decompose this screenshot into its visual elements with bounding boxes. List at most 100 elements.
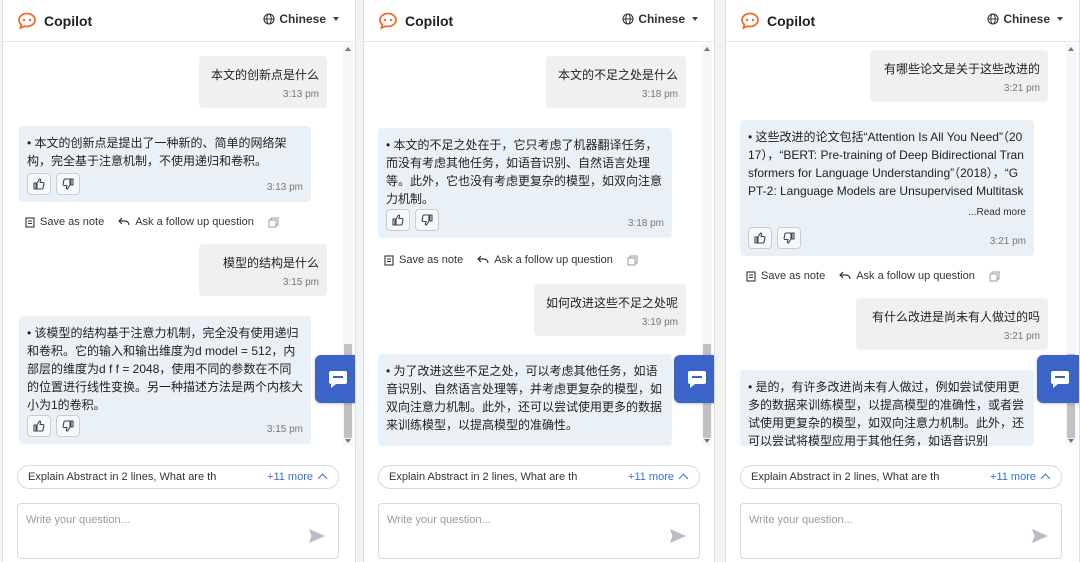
user-message: 如何改进这些不足之处呢 3:19 pm bbox=[534, 284, 686, 336]
message-time: 3:21 pm bbox=[989, 236, 1026, 247]
thumbs-down-button[interactable] bbox=[777, 227, 801, 249]
thumbs-down-button[interactable] bbox=[56, 173, 80, 195]
brand-name: Copilot bbox=[44, 13, 93, 29]
caret-down-icon bbox=[692, 17, 698, 21]
chat-bubble-icon bbox=[1051, 371, 1069, 388]
thumbs-down-icon bbox=[783, 232, 795, 244]
user-message: 有什么改进是尚未有人做过的吗 3:21 pm bbox=[856, 298, 1048, 350]
scroll-down-arrow-icon[interactable] bbox=[704, 439, 710, 443]
bot-message: • 为了改进这些不足之处，可以考虑其他任务，如语音识别、自然语言处理等，并考虑更… bbox=[378, 354, 672, 446]
chat-launcher-button[interactable] bbox=[315, 355, 355, 403]
bot-message: • 本文的创新点是提出了一种新的、简单的网络架构，完全基于注意机制，不使用递归和… bbox=[19, 126, 311, 202]
suggestion-chip[interactable]: Explain Abstract in 2 lines, What are th… bbox=[17, 465, 339, 489]
language-selector[interactable]: Chinese bbox=[263, 12, 339, 26]
message-time: 3:21 pm bbox=[1003, 331, 1040, 342]
question-input[interactable] bbox=[26, 514, 276, 526]
send-button[interactable] bbox=[669, 528, 687, 549]
chat-bubble-icon bbox=[329, 371, 347, 388]
thumbs-up-icon bbox=[33, 178, 45, 190]
thumbs-down-button[interactable] bbox=[56, 415, 80, 437]
thumbs-up-button[interactable] bbox=[27, 173, 51, 195]
message-time: 3:13 pm bbox=[266, 182, 303, 193]
question-input-box bbox=[378, 503, 700, 559]
message-time: 3:21 pm bbox=[1003, 83, 1040, 94]
brand: Copilot bbox=[17, 11, 92, 31]
language-selector[interactable]: Chinese bbox=[622, 12, 698, 26]
brand: Copilot bbox=[740, 11, 815, 31]
chevron-up-icon bbox=[317, 473, 328, 484]
thumbs-up-button[interactable] bbox=[386, 209, 410, 231]
copy-icon[interactable] bbox=[989, 271, 1000, 282]
reply-arrow-icon bbox=[118, 217, 130, 226]
save-as-note-button[interactable]: Save as note bbox=[25, 216, 104, 228]
suggestion-chip[interactable]: Explain Abstract in 2 lines, What are th… bbox=[740, 465, 1062, 489]
chevron-up-icon bbox=[678, 473, 689, 484]
bot-message: • 该模型的结构基于注意力机制，完全没有使用递归和卷积。它的输入和输出维度为d … bbox=[19, 316, 311, 444]
globe-icon bbox=[263, 13, 275, 25]
note-icon bbox=[384, 254, 394, 266]
copilot-logo-icon bbox=[741, 12, 759, 30]
copilot-panel-2: Copilot Chinese 本文的不足之处是什么 3:18 pm • 本文的… bbox=[363, 0, 715, 562]
brand-name: Copilot bbox=[405, 13, 454, 29]
more-suggestions-button[interactable]: +11 more bbox=[990, 471, 1051, 484]
send-icon bbox=[1032, 529, 1048, 543]
reply-arrow-icon bbox=[477, 255, 489, 264]
note-icon bbox=[25, 216, 35, 228]
copy-icon[interactable] bbox=[627, 255, 638, 266]
user-message: 本文的创新点是什么 3:13 pm bbox=[199, 56, 327, 108]
thumbs-down-icon bbox=[62, 420, 74, 432]
suggestion-chip[interactable]: Explain Abstract in 2 lines, What are th… bbox=[378, 465, 700, 489]
chat-launcher-button[interactable] bbox=[1037, 355, 1079, 403]
read-more-link[interactable]: ...Read more bbox=[964, 204, 1026, 222]
send-button[interactable] bbox=[308, 528, 326, 549]
scroll-down-arrow-icon[interactable] bbox=[1068, 439, 1074, 443]
question-input-box bbox=[740, 503, 1062, 559]
user-message: 模型的结构是什么 3:15 pm bbox=[199, 244, 327, 296]
scroll-up-arrow-icon[interactable] bbox=[1068, 47, 1074, 51]
message-time: 3:15 pm bbox=[266, 424, 303, 435]
thumbs-up-icon bbox=[754, 232, 766, 244]
globe-icon bbox=[987, 13, 999, 25]
message-time: 3:18 pm bbox=[641, 89, 678, 100]
thumbs-up-icon bbox=[33, 420, 45, 432]
send-icon bbox=[309, 529, 325, 543]
chevron-up-icon bbox=[1040, 473, 1051, 484]
user-message: 有哪些论文是关于这些改进的 3:21 pm bbox=[870, 50, 1048, 102]
question-input[interactable] bbox=[749, 514, 999, 526]
chat-launcher-button[interactable] bbox=[674, 355, 714, 403]
bot-message: • 本文的不足之处在于，它只考虑了机器翻译任务，而没有考虑其他任务，如语音识别、… bbox=[378, 128, 672, 238]
save-as-note-button[interactable]: Save as note bbox=[384, 254, 463, 266]
language-label: Chinese bbox=[1003, 12, 1050, 26]
panel-header: Copilot Chinese bbox=[726, 0, 1079, 42]
more-suggestions-button[interactable]: +11 more bbox=[267, 471, 328, 484]
thumbs-up-button[interactable] bbox=[748, 227, 772, 249]
caret-down-icon bbox=[1057, 17, 1063, 21]
copilot-panel-1: Copilot Chinese 本文的创新点是什么 3:13 pm • 本文的创… bbox=[2, 0, 356, 562]
language-selector[interactable]: Chinese bbox=[987, 12, 1063, 26]
caret-down-icon bbox=[333, 17, 339, 21]
scroll-up-arrow-icon[interactable] bbox=[345, 47, 351, 51]
user-message: 本文的不足之处是什么 3:18 pm bbox=[546, 56, 686, 108]
thumbs-up-button[interactable] bbox=[27, 415, 51, 437]
send-button[interactable] bbox=[1031, 528, 1049, 549]
scroll-up-arrow-icon[interactable] bbox=[704, 47, 710, 51]
question-input[interactable] bbox=[387, 514, 637, 526]
copilot-panel-3: Copilot Chinese 有哪些论文是关于这些改进的 3:21 pm • … bbox=[725, 0, 1080, 562]
screenshot-stage: Copilot Chinese 本文的创新点是什么 3:13 pm • 本文的创… bbox=[0, 0, 1080, 562]
copilot-logo-icon bbox=[379, 12, 397, 30]
thumbs-down-button[interactable] bbox=[415, 209, 439, 231]
note-icon bbox=[746, 270, 756, 282]
message-time: 3:18 pm bbox=[627, 218, 664, 229]
copy-icon[interactable] bbox=[268, 217, 279, 228]
scroll-down-arrow-icon[interactable] bbox=[345, 439, 351, 443]
ask-follow-up-button[interactable]: Ask a follow up question bbox=[839, 270, 975, 282]
save-as-note-button[interactable]: Save as note bbox=[746, 270, 825, 282]
message-actions: Save as note Ask a follow up question bbox=[25, 214, 279, 230]
ask-follow-up-button[interactable]: Ask a follow up question bbox=[477, 254, 613, 266]
more-suggestions-button[interactable]: +11 more bbox=[628, 471, 689, 484]
thumbs-down-icon bbox=[421, 214, 433, 226]
panel-header: Copilot Chinese bbox=[364, 0, 714, 42]
ask-follow-up-button[interactable]: Ask a follow up question bbox=[118, 216, 254, 228]
message-time: 3:13 pm bbox=[282, 89, 319, 100]
message-actions: Save as note Ask a follow up question bbox=[384, 252, 638, 268]
